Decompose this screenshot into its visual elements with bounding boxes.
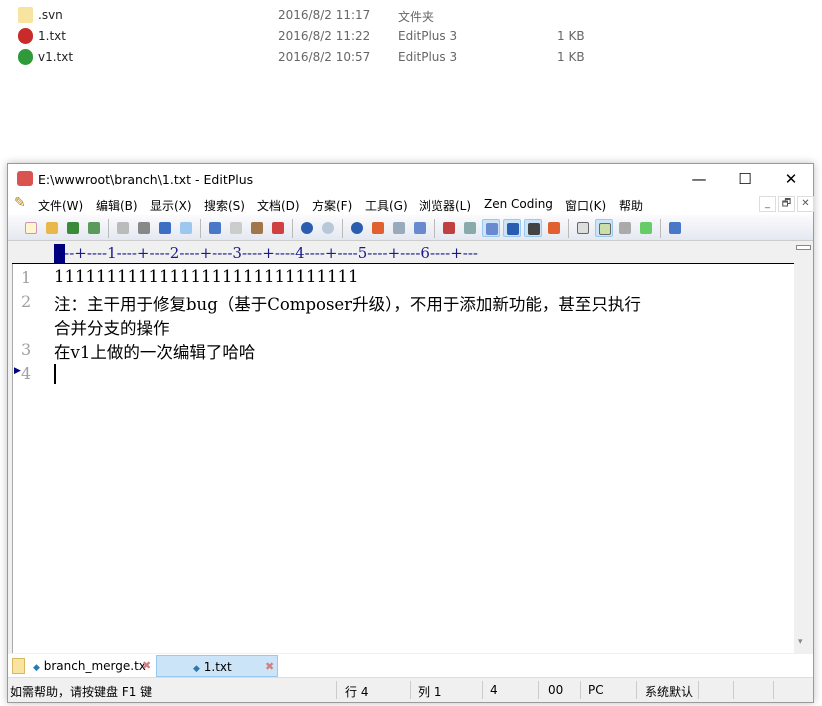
editplus-app-icon: [17, 171, 33, 186]
print-button[interactable]: [135, 219, 153, 237]
line-number-button[interactable]: [503, 219, 521, 237]
window-title: E:\wwwroot\branch\1.txt - EditPlus: [38, 172, 254, 187]
status-col: 列 1: [418, 685, 442, 699]
fullscreen-button[interactable]: [637, 219, 655, 237]
menu-file[interactable]: 文件(W): [38, 197, 83, 214]
menu-zen-coding[interactable]: Zen Coding: [484, 197, 553, 211]
cliptext-window-button[interactable]: [595, 219, 613, 237]
status-eol[interactable]: PC: [588, 683, 604, 697]
replace-button[interactable]: [369, 219, 387, 237]
new-file-button[interactable]: [22, 219, 40, 237]
menu-project[interactable]: 方案(F): [312, 197, 352, 214]
close-button[interactable]: ✕: [768, 164, 814, 194]
text-line: 合并分支的操作: [54, 319, 170, 338]
mdi-close-button[interactable]: ✕: [797, 196, 814, 212]
pencil-icon: ✎: [14, 195, 26, 211]
delete-button[interactable]: [269, 219, 287, 237]
text-caret: [54, 364, 56, 384]
menu-document[interactable]: 文档(D): [257, 197, 300, 214]
text-line: 注：主干用于修复bug（基于Composer升级），不用于添加新功能，甚至只执行: [54, 295, 641, 314]
check-button[interactable]: [545, 219, 563, 237]
close-tab-icon[interactable]: ✖: [265, 656, 274, 678]
open-file-button[interactable]: [43, 219, 61, 237]
undo-button[interactable]: [298, 219, 316, 237]
spell-check-button[interactable]: [156, 219, 174, 237]
editplus-window: E:\wwwroot\branch\1.txt - EditPlus — ☐ ✕…: [7, 163, 814, 703]
directory-window-button[interactable]: [574, 219, 592, 237]
find-button[interactable]: [348, 219, 366, 237]
goto-line-button[interactable]: [411, 219, 429, 237]
status-chars: 4: [490, 683, 498, 697]
menu-edit[interactable]: 编辑(B): [96, 197, 138, 214]
menu-search[interactable]: 搜索(S): [204, 197, 245, 214]
font-button[interactable]: [440, 219, 458, 237]
status-row: 行 4: [345, 685, 369, 699]
title-bar[interactable]: E:\wwwroot\branch\1.txt - EditPlus — ☐ ✕: [8, 164, 813, 194]
cut-button[interactable]: [206, 219, 224, 237]
html-toolbar-button[interactable]: [177, 219, 195, 237]
menu-browser[interactable]: 浏览器(L): [419, 197, 471, 214]
column-select-button[interactable]: [524, 219, 542, 237]
ruler: ----+----1----+----2----+----3----+----4…: [12, 242, 794, 264]
text-editor[interactable]: 1 11111111111111111111111111111 2 注：主干用于…: [12, 264, 794, 653]
word-wrap-button[interactable]: [482, 219, 500, 237]
copy-button[interactable]: [227, 219, 245, 237]
svn-normal-file-icon: [18, 49, 33, 65]
tab-1-txt[interactable]: ◆ 1.txt ✖: [156, 655, 278, 677]
context-help-button[interactable]: [666, 219, 684, 237]
paste-button[interactable]: [248, 219, 266, 237]
file-icon: ◆: [33, 663, 40, 673]
menu-window[interactable]: 窗口(K): [565, 197, 606, 214]
folder-icon: [18, 7, 33, 23]
menu-view[interactable]: 显示(X): [150, 197, 192, 214]
status-encoding[interactable]: 系统默认: [645, 683, 693, 700]
scroll-down-arrow-icon[interactable]: ▾: [798, 637, 803, 647]
save-button[interactable]: [64, 219, 82, 237]
vertical-scrollbar[interactable]: ▾: [794, 242, 813, 653]
hex-viewer-button[interactable]: [461, 219, 479, 237]
tab-branch-merge[interactable]: ◆ branch_merge.tx ✖: [30, 655, 152, 677]
current-line-marker-icon: ▶: [14, 366, 21, 376]
print-preview-button[interactable]: [114, 219, 132, 237]
document-tabs: ◆ branch_merge.tx ✖ ◆ 1.txt ✖: [8, 654, 813, 678]
file-row[interactable]: v1.txt 2016/8/2 10:57 EditPlus 3 1 KB: [18, 48, 618, 68]
find-in-files-button[interactable]: [390, 219, 408, 237]
minimize-button[interactable]: —: [676, 164, 722, 194]
ruler-cursor-marker: [54, 244, 65, 263]
status-help: 如需帮助，请按键盘 F1 键: [10, 685, 153, 699]
file-row[interactable]: 1.txt 2016/8/2 11:22 EditPlus 3 1 KB: [18, 27, 618, 47]
output-window-button[interactable]: [616, 219, 634, 237]
svn-conflict-file-icon: [18, 28, 33, 44]
close-tab-icon[interactable]: ✖: [142, 655, 151, 677]
menu-help[interactable]: 帮助: [619, 197, 643, 214]
mdi-restore-button[interactable]: 🗗: [778, 196, 795, 212]
menu-tools[interactable]: 工具(G): [365, 197, 408, 214]
redo-button[interactable]: [319, 219, 337, 237]
text-line: 11111111111111111111111111111: [54, 267, 359, 286]
status-bar: 如需帮助，请按键盘 F1 键 行 4 列 1 4 00 PC 系统默认: [8, 679, 813, 701]
text-line: 在v1上做的一次编辑了哈哈: [54, 343, 256, 362]
save-all-button[interactable]: [85, 219, 103, 237]
folder-icon[interactable]: [12, 658, 25, 674]
menu-bar: ✎ 文件(W) 编辑(B) 显示(X) 搜索(S) 文档(D) 方案(F) 工具…: [8, 194, 814, 215]
file-row[interactable]: .svn 2016/8/2 11:17 文件夹: [18, 6, 618, 26]
file-icon: ◆: [193, 664, 200, 674]
mdi-minimize-button[interactable]: _: [759, 196, 776, 212]
status-code: 00: [548, 683, 564, 697]
toolbar: [8, 215, 813, 241]
maximize-button[interactable]: ☐: [722, 164, 768, 194]
